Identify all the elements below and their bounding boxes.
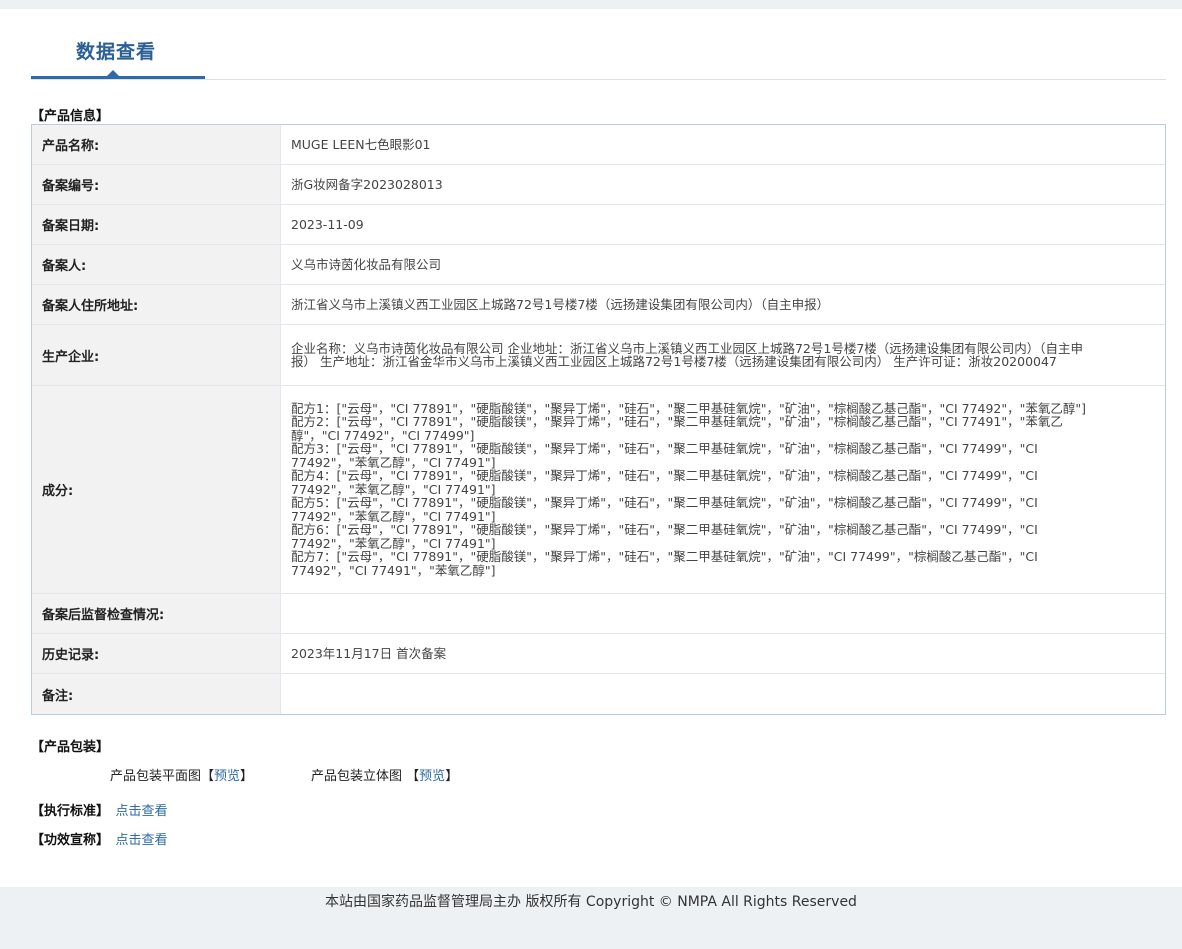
tab-active-underline [31, 76, 205, 79]
value-record-date: 2023-11-09 [291, 216, 364, 232]
formula-line: 配方2：["云母"，"CI 77891"，"硬脂酸镁"，"聚异丁烯"，"硅石"，… [291, 414, 1063, 443]
tab-caret-icon [107, 70, 119, 76]
packaging-solid: 产品包装立体图 【预览】 [311, 765, 458, 784]
label-product-name: 产品名称: [32, 125, 281, 164]
row-registrant-address: 备案人住所地址: 浙江省义乌市上溪镇义西工业园区上城路72号1号楼7楼（远扬建设… [32, 285, 1165, 325]
row-remark: 备注: [32, 674, 1165, 714]
row-manufacturer: 生产企业: 企业名称：义乌市诗茵化妆品有限公司 企业地址：浙江省义乌市上溪镇义西… [32, 325, 1165, 386]
formula-line: 配方4：["云母"，"CI 77891"，"硬脂酸镁"，"聚异丁烯"，"硅石"，… [291, 468, 1038, 497]
packaging-flat-label: 产品包装平面图 [110, 769, 202, 784]
footer-copyright: 本站由国家药品监督管理局主办 版权所有 Copyright © NMPA All… [325, 894, 857, 910]
packaging-heading: 【产品包装】 [31, 740, 110, 755]
formula-line: 配方3：["云母"，"CI 77891"，"硬脂酸镁"，"聚异丁烯"，"硅石"，… [291, 441, 1038, 470]
preview-flat-link[interactable]: 预览 [214, 769, 240, 784]
label-history: 历史记录: [32, 634, 281, 673]
label-inspection: 备案后监督检查情况: [32, 594, 281, 633]
value-inspection [281, 594, 1165, 633]
bracket-close: 】 [445, 769, 459, 784]
product-info-heading: 【产品信息】 [31, 109, 110, 124]
tab-bar: 数据查看 [31, 9, 1166, 80]
label-ingredients: 成分: [32, 386, 281, 593]
row-product-name: 产品名称: MUGE LEEN七色眼影01 [32, 125, 1165, 165]
product-info-table: 产品名称: MUGE LEEN七色眼影01 备案编号: 浙G妆网备字202302… [31, 124, 1166, 715]
formula-line: 配方5：["云母"，"CI 77891"，"硬脂酸镁"，"聚异丁烯"，"硅石"，… [291, 495, 1038, 524]
efficacy-heading: 【功效宣称】 点击查看 [31, 829, 168, 848]
label-remark: 备注: [32, 674, 281, 714]
standard-view-link[interactable]: 点击查看 [116, 804, 168, 819]
value-product-name: MUGE LEEN七色眼影01 [291, 136, 431, 152]
formula-line: 配方1：["云母"，"CI 77891"，"硬脂酸镁"，"聚异丁烯"，"硅石"，… [291, 400, 1087, 416]
value-manufacturer: 企业名称：义乌市诗茵化妆品有限公司 企业地址：浙江省义乌市上溪镇义西工业园区上城… [291, 340, 1084, 369]
efficacy-label: 【功效宣称】 [31, 833, 110, 848]
bracket-open: 【 [201, 769, 215, 784]
content-panel: 数据查看 【产品信息】 产品名称: MUGE LEEN七色眼影01 备案编号: … [0, 9, 1182, 887]
bracket-close: 】 [240, 769, 254, 784]
value-registrant: 义乌市诗茵化妆品有限公司 [291, 256, 442, 272]
label-record-date: 备案日期: [32, 205, 281, 244]
label-manufacturer: 生产企业: [32, 325, 281, 385]
bracket-open: 【 [406, 769, 420, 784]
row-ingredients: 成分: 配方1：["云母"，"CI 77891"，"硬脂酸镁"，"聚异丁烯"，"… [32, 386, 1165, 594]
formula-line: 配方7：["云母"，"CI 77891"，"硬脂酸镁"，"聚异丁烯"，"硅石"，… [291, 549, 1038, 578]
value-remark [281, 674, 1165, 714]
value-registrant-address: 浙江省义乌市上溪镇义西工业园区上城路72号1号楼7楼（远扬建设集团有限公司内）（… [291, 296, 830, 312]
label-record-number: 备案编号: [32, 165, 281, 204]
formula-line: 配方6：["云母"，"CI 77891"，"硬脂酸镁"，"聚异丁烯"，"硅石"，… [291, 522, 1038, 551]
row-record-number: 备案编号: 浙G妆网备字2023028013 [32, 165, 1165, 205]
row-registrant: 备案人: 义乌市诗茵化妆品有限公司 [32, 245, 1165, 285]
packaging-flat: 产品包装平面图【预览】 [110, 765, 253, 784]
label-registrant-address: 备案人住所地址: [32, 285, 281, 324]
standard-label: 【执行标准】 [31, 804, 110, 819]
value-history: 2023年11月17日 首次备案 [291, 645, 447, 661]
row-record-date: 备案日期: 2023-11-09 [32, 205, 1165, 245]
row-inspection: 备案后监督检查情况: [32, 594, 1165, 634]
top-band [0, 0, 1182, 9]
value-record-number: 浙G妆网备字2023028013 [291, 176, 443, 192]
tab-data-view[interactable]: 数据查看 [76, 37, 156, 64]
packaging-solid-label: 产品包装立体图 [311, 769, 403, 784]
efficacy-view-link[interactable]: 点击查看 [116, 833, 168, 848]
label-registrant: 备案人: [32, 245, 281, 284]
preview-solid-link[interactable]: 预览 [419, 769, 445, 784]
row-history: 历史记录: 2023年11月17日 首次备案 [32, 634, 1165, 674]
standard-heading: 【执行标准】 点击查看 [31, 800, 168, 819]
value-ingredients: 配方1：["云母"，"CI 77891"，"硬脂酸镁"，"聚异丁烯"，"硅石"，… [281, 386, 1165, 593]
footer: 本站由国家药品监督管理局主办 版权所有 Copyright © NMPA All… [0, 887, 1182, 917]
